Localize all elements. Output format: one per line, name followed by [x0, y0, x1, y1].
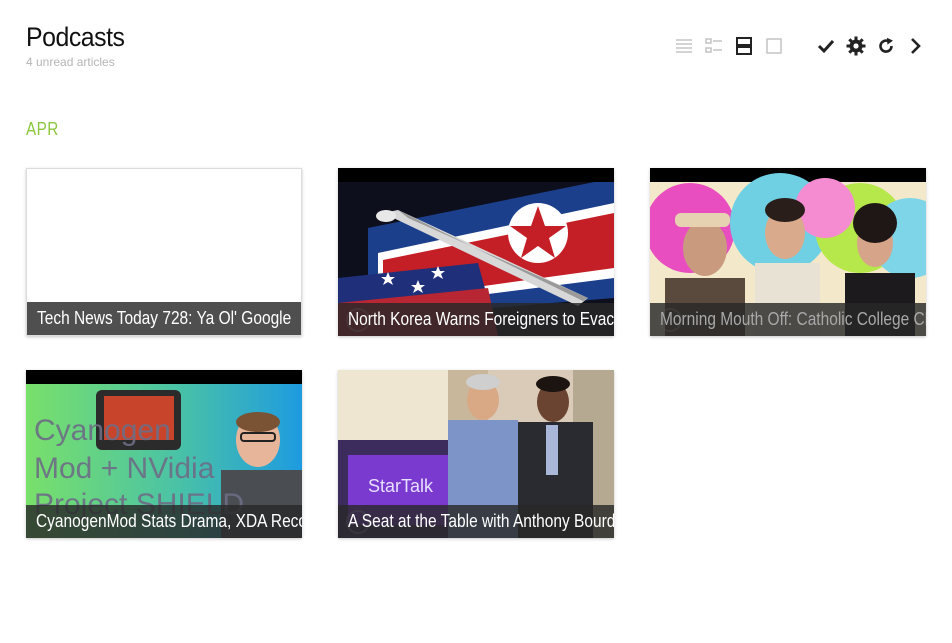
- article-card[interactable]: Cyanogen Mod + NVidia Project SHIELD Cya…: [26, 370, 302, 538]
- refresh-icon[interactable]: [874, 34, 898, 58]
- article-title: Tech News Today 728: Ya Ol' Google: [27, 302, 301, 335]
- page-title: Podcasts: [26, 22, 125, 52]
- next-icon[interactable]: [904, 34, 928, 58]
- article-card[interactable]: Morning Mouth Off: Catholic College Clai…: [650, 168, 926, 336]
- article-title: Morning Mouth Off: Catholic College Clai…: [650, 303, 926, 336]
- unread-count: 4 unread articles: [26, 55, 115, 69]
- cards-view-icon[interactable]: [732, 34, 756, 58]
- full-view-icon[interactable]: [762, 34, 786, 58]
- mark-read-icon[interactable]: [814, 34, 838, 58]
- list-view-icon[interactable]: [672, 34, 696, 58]
- article-card[interactable]: StarTalk A Seat at the Table with Anthon…: [338, 370, 614, 538]
- compact-view-icon[interactable]: [702, 34, 726, 58]
- toolbar: [666, 34, 928, 58]
- article-title: CyanogenMod Stats Drama, XDA Recognized: [26, 505, 302, 538]
- article-card[interactable]: Tech News Today 728: Ya Ol' Google: [26, 168, 302, 336]
- article-title: North Korea Warns Foreigners to Evacuate: [338, 303, 614, 336]
- svg-text:Cyanogen: Cyanogen: [34, 414, 171, 447]
- svg-text:StarTalk: StarTalk: [368, 476, 434, 496]
- article-card[interactable]: North Korea Warns Foreigners to Evacuate: [338, 168, 614, 336]
- date-section-header: APR: [26, 119, 59, 139]
- settings-icon[interactable]: [844, 34, 868, 58]
- svg-text:Mod + NVidia: Mod + NVidia: [34, 452, 215, 485]
- article-title: A Seat at the Table with Anthony Bourdai…: [338, 505, 614, 538]
